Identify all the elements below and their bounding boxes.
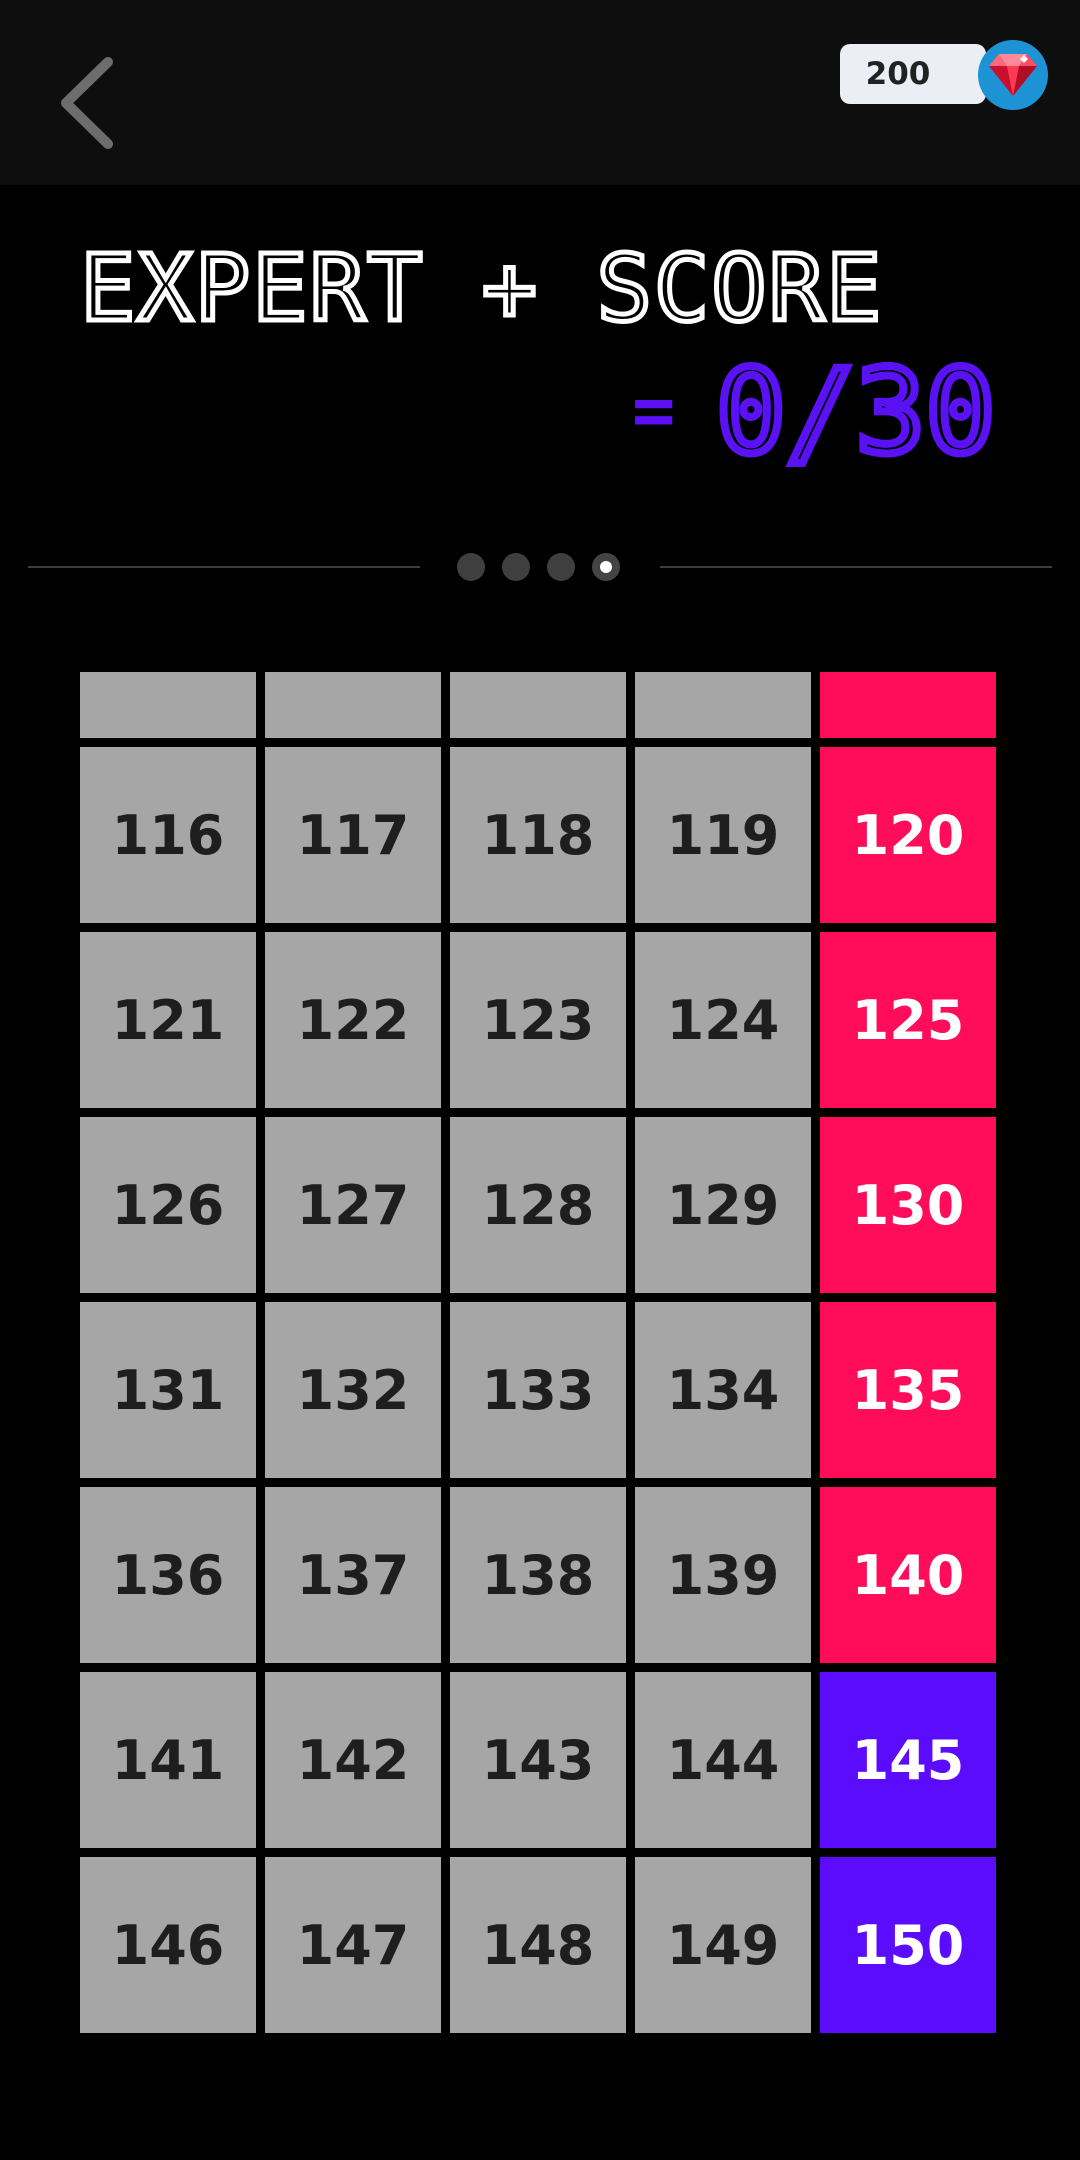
- divider-right: [660, 566, 1052, 568]
- level-tile[interactable]: 114: [635, 672, 811, 738]
- level-tile[interactable]: 113: [450, 672, 626, 738]
- divider-left: [28, 566, 420, 568]
- level-tile[interactable]: 117: [265, 747, 441, 923]
- level-tile[interactable]: 128: [450, 1117, 626, 1293]
- level-tile[interactable]: 141: [80, 1672, 256, 1848]
- level-tile[interactable]: 130: [820, 1117, 996, 1293]
- level-tile[interactable]: 120: [820, 747, 996, 923]
- level-tile[interactable]: 129: [635, 1117, 811, 1293]
- level-tile[interactable]: 118: [450, 747, 626, 923]
- gem-counter[interactable]: 200: [840, 44, 986, 104]
- level-tile[interactable]: 123: [450, 932, 626, 1108]
- level-tile[interactable]: 150: [820, 1857, 996, 2033]
- level-tile[interactable]: 112: [265, 672, 441, 738]
- level-tile[interactable]: 125: [820, 932, 996, 1108]
- level-tile[interactable]: 116: [80, 747, 256, 923]
- score-value: 0/30: [712, 341, 999, 484]
- level-tile[interactable]: 132: [265, 1302, 441, 1478]
- level-tile[interactable]: 131: [80, 1302, 256, 1478]
- gem-badge[interactable]: [978, 40, 1048, 110]
- level-tile[interactable]: 145: [820, 1672, 996, 1848]
- level-tile[interactable]: 146: [80, 1857, 256, 2033]
- score-equals: =: [632, 368, 676, 452]
- back-button[interactable]: [48, 48, 138, 158]
- level-tile[interactable]: 134: [635, 1302, 811, 1478]
- level-tile[interactable]: 133: [450, 1302, 626, 1478]
- level-tile[interactable]: 136: [80, 1487, 256, 1663]
- page-dot[interactable]: [592, 553, 620, 581]
- level-tile[interactable]: 138: [450, 1487, 626, 1663]
- difficulty-title: EXPERT + SCORE: [77, 233, 884, 345]
- level-tile[interactable]: 142: [265, 1672, 441, 1848]
- level-tile[interactable]: 143: [450, 1672, 626, 1848]
- level-grid: 1111121131141151161171181191201211221231…: [80, 672, 1000, 2033]
- level-tile[interactable]: 135: [820, 1302, 996, 1478]
- ruby-gem-icon: [989, 54, 1037, 96]
- level-tile[interactable]: 137: [265, 1487, 441, 1663]
- level-tile[interactable]: 115: [820, 672, 996, 738]
- page-dot[interactable]: [457, 553, 485, 581]
- level-tile[interactable]: 147: [265, 1857, 441, 2033]
- level-tile[interactable]: 149: [635, 1857, 811, 2033]
- level-tile[interactable]: 111: [80, 672, 256, 738]
- level-tile[interactable]: 121: [80, 932, 256, 1108]
- level-tile[interactable]: 119: [635, 747, 811, 923]
- level-tile[interactable]: 139: [635, 1487, 811, 1663]
- top-bar: 200: [0, 0, 1080, 185]
- chevron-left-icon: [61, 57, 113, 149]
- page-dot[interactable]: [547, 553, 575, 581]
- level-tile[interactable]: 124: [635, 932, 811, 1108]
- level-tile[interactable]: 122: [265, 932, 441, 1108]
- page-dot[interactable]: [502, 553, 530, 581]
- level-tile[interactable]: 148: [450, 1857, 626, 2033]
- level-tile[interactable]: 140: [820, 1487, 996, 1663]
- level-tile[interactable]: 144: [635, 1672, 811, 1848]
- level-tile[interactable]: 126: [80, 1117, 256, 1293]
- level-tile[interactable]: 127: [265, 1117, 441, 1293]
- level-grid-viewport[interactable]: 1111121131141151161171181191201211221231…: [80, 672, 1000, 2072]
